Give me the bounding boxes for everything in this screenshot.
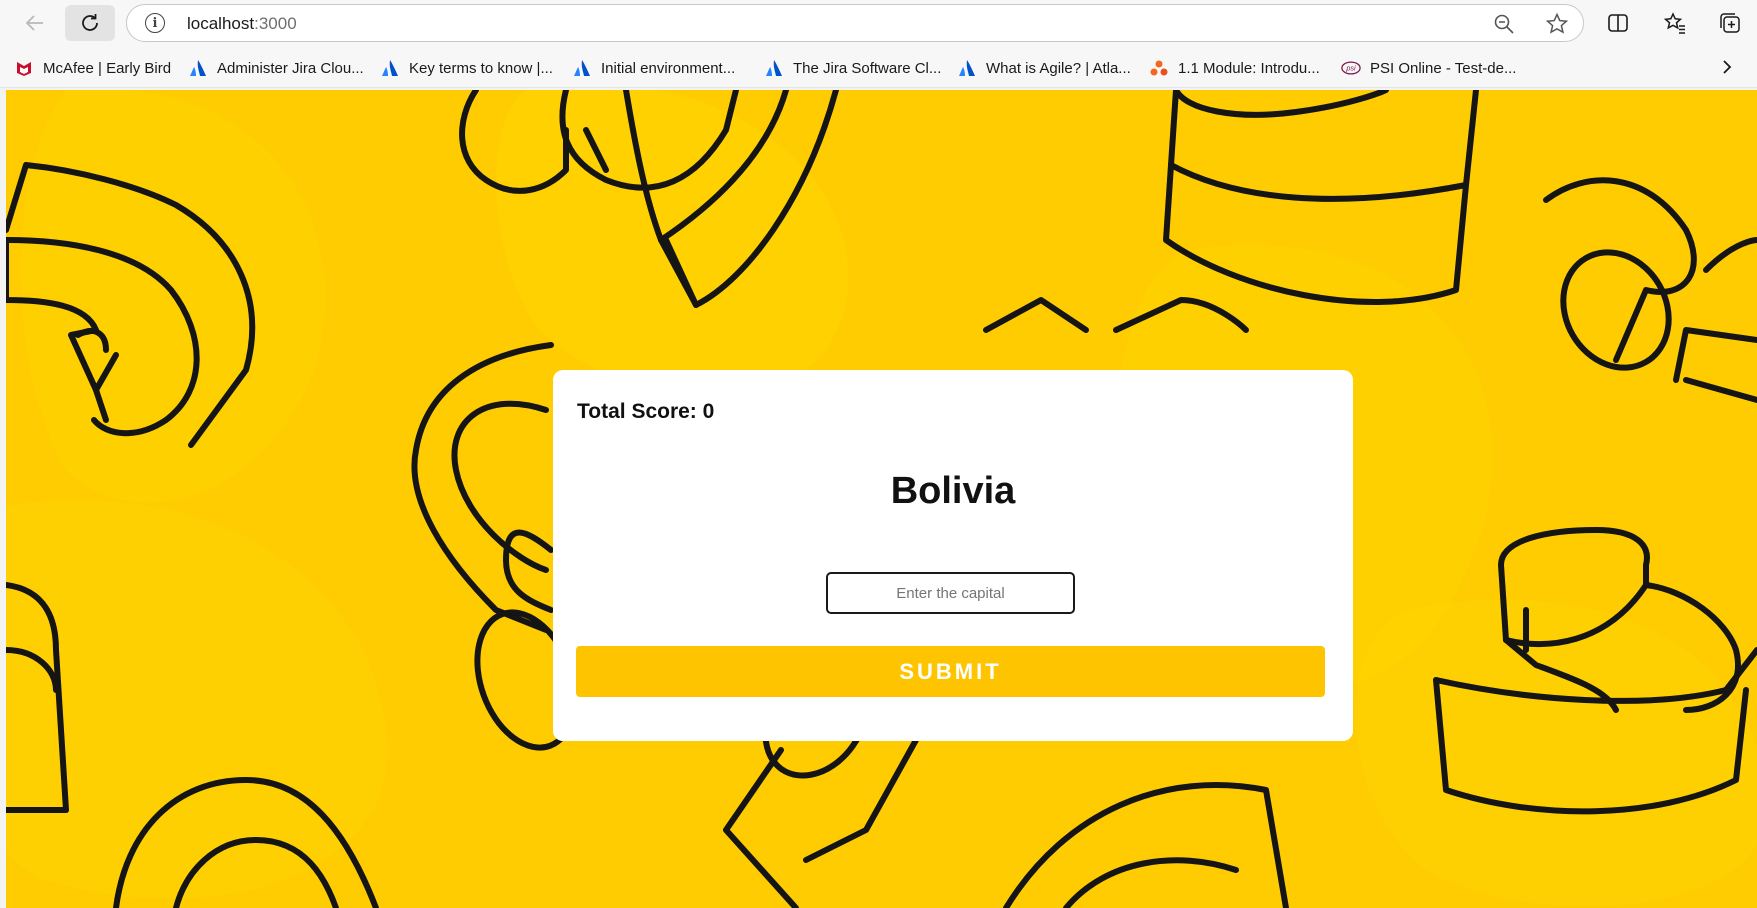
atlassian-icon (380, 58, 400, 78)
collections-icon[interactable] (1717, 10, 1743, 36)
country-name: Bolivia (890, 470, 1016, 512)
favorites-icon[interactable] (1662, 10, 1688, 36)
mcafee-icon (14, 58, 34, 78)
reload-button[interactable] (65, 5, 115, 41)
bookmark-initial-environment[interactable]: Initial environment... (572, 58, 735, 78)
bookmark-administer-jira[interactable]: Administer Jira Clou... (188, 58, 364, 78)
psi-icon: psi (1341, 58, 1361, 78)
submit-button[interactable]: SUBMIT (576, 646, 1325, 697)
bookmark-key-terms[interactable]: Key terms to know |... (380, 58, 553, 78)
reload-icon (82, 14, 98, 31)
browser-toolbar: i localhost:3000 (0, 0, 1757, 46)
bookmark-mcafee[interactable]: McAfee | Early Bird (14, 58, 171, 78)
quiz-card: Total Score: 0 Bolivia SUBMIT (553, 370, 1353, 741)
capital-input[interactable] (826, 572, 1075, 614)
favorite-star-icon[interactable] (1545, 12, 1569, 41)
atlassian-icon (572, 58, 592, 78)
page-viewport: Total Score: 0 Bolivia SUBMIT (6, 90, 1757, 908)
url-text: localhost:3000 (187, 14, 297, 33)
module-icon (1149, 58, 1169, 78)
atlassian-icon (188, 58, 208, 78)
split-screen-icon[interactable] (1605, 10, 1631, 36)
arrow-left-icon (25, 15, 43, 31)
atlassian-icon (957, 58, 977, 78)
atlassian-icon (764, 58, 784, 78)
total-score: Total Score: 0 (577, 400, 715, 423)
zoom-out-icon[interactable] (1493, 13, 1515, 40)
bookmark-what-is-agile[interactable]: What is Agile? | Atla... (957, 58, 1131, 78)
bookmarks-bar: McAfee | Early Bird Administer Jira Clou… (0, 46, 1757, 88)
address-bar[interactable]: i localhost:3000 (126, 4, 1584, 42)
bookmark-psi-online[interactable]: psi PSI Online - Test-de... (1341, 58, 1516, 78)
back-button[interactable] (12, 5, 58, 41)
bookmark-module-intro[interactable]: 1.1 Module: Introdu... (1149, 58, 1320, 78)
bookmark-jira-software[interactable]: The Jira Software Cl... (764, 58, 941, 78)
site-info-icon[interactable]: i (145, 13, 165, 33)
chevron-right-icon[interactable] (1719, 59, 1735, 80)
svg-text:psi: psi (1345, 64, 1356, 73)
